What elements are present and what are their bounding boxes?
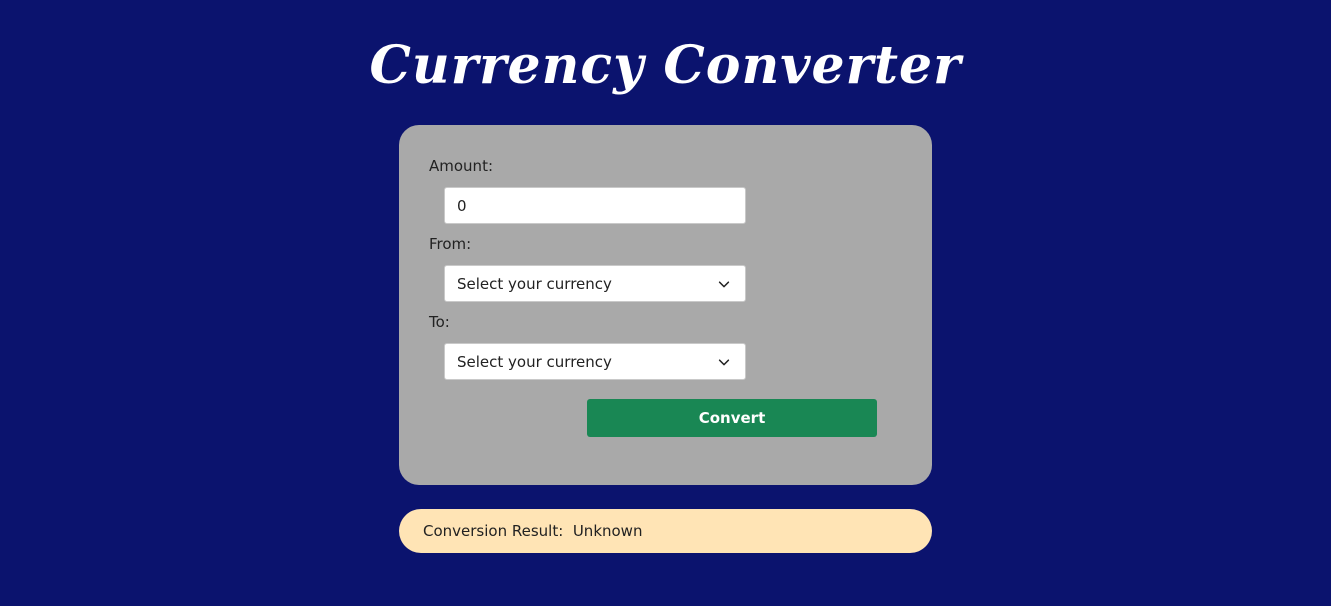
page-title: Currency Converter bbox=[369, 35, 962, 96]
chevron-down-icon bbox=[718, 280, 730, 287]
to-currency-select[interactable]: Select your currency bbox=[444, 343, 746, 380]
converter-card: Amount: From: Select your currency To: S… bbox=[399, 125, 932, 485]
conversion-result: Conversion Result: Unknown bbox=[399, 509, 932, 553]
from-label: From: bbox=[429, 235, 472, 253]
result-label: Conversion Result: bbox=[423, 522, 564, 540]
to-currency-value: Select your currency bbox=[457, 352, 612, 371]
page: Currency Converter Amount: From: Select … bbox=[0, 0, 1331, 606]
amount-input[interactable] bbox=[444, 187, 746, 224]
from-currency-value: Select your currency bbox=[457, 274, 612, 293]
from-currency-select[interactable]: Select your currency bbox=[444, 265, 746, 302]
to-label: To: bbox=[429, 313, 450, 331]
convert-button[interactable]: Convert bbox=[587, 399, 877, 437]
amount-label: Amount: bbox=[429, 157, 493, 175]
result-value: Unknown bbox=[572, 522, 643, 540]
chevron-down-icon bbox=[718, 358, 730, 365]
